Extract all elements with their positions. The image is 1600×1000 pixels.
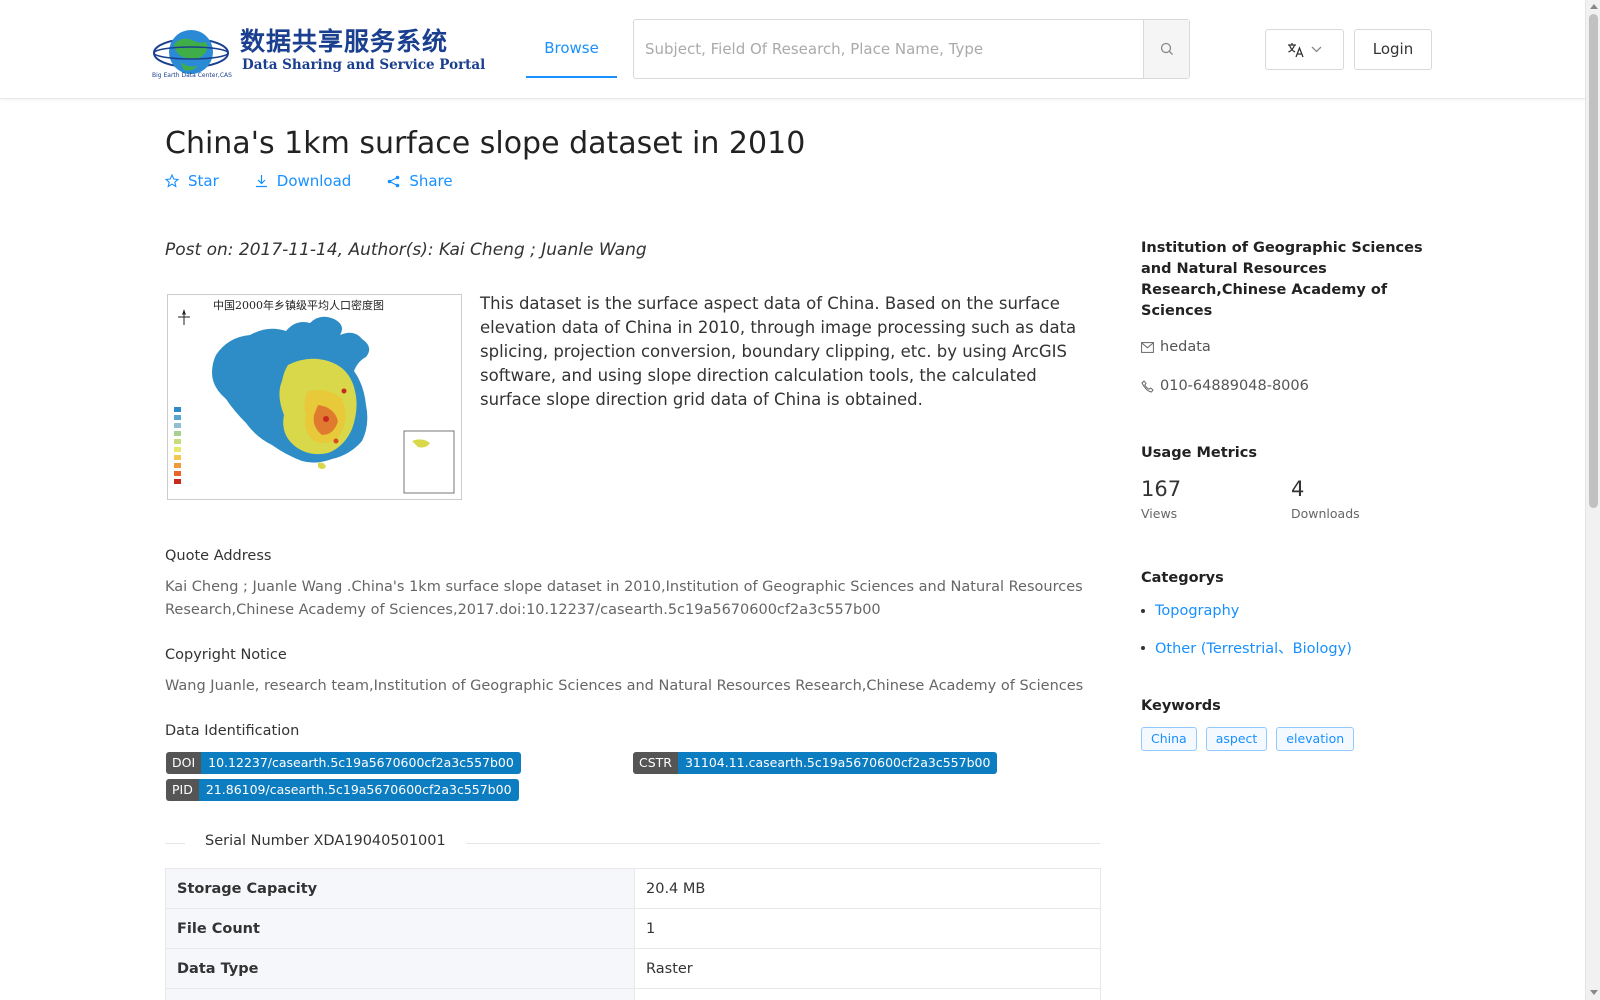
institution-name: Institution of Geographic Sciences and N…	[1141, 240, 1423, 319]
dataset-info-table: Storage Capacity 20.4 MB File Count 1 Da…	[165, 868, 1101, 1000]
usage-metrics-title: Usage Metrics	[1141, 445, 1257, 461]
cstr-badge[interactable]: CSTR 31104.11.casearth.5c19a5670600cf2a3…	[633, 752, 998, 774]
email-text: hedata	[1160, 339, 1211, 355]
downloads-label: Downloads	[1291, 506, 1360, 521]
share-label: Share	[409, 172, 453, 190]
china-map-thumbnail-image: 中国2000年乡镇级平均人口密度图	[168, 295, 461, 499]
top-header: 数据共享服务系统 Data Sharing and Service Portal…	[0, 0, 1585, 99]
keyword-tag[interactable]: elevation	[1276, 727, 1355, 751]
map-title: 中国2000年乡镇级平均人口密度图	[213, 298, 384, 312]
keywords-title: Keywords	[1141, 698, 1221, 714]
table-value: 1	[634, 908, 1101, 949]
portal-logo[interactable]: 数据共享服务系统 Data Sharing and Service Portal…	[152, 20, 485, 80]
translate-icon	[1288, 42, 1304, 57]
quote-label: Quote Address	[165, 548, 272, 564]
doi-key: DOI	[166, 752, 202, 774]
cstr-value: 31104.11.casearth.5c19a5670600cf2a3c557b…	[677, 752, 998, 774]
contact-phone: 010-64889048-8006	[1141, 378, 1309, 394]
category-link[interactable]: Other (Terrestrial、Biology)	[1155, 637, 1352, 658]
search-button[interactable]	[1143, 20, 1189, 78]
share-button[interactable]: Share	[387, 172, 453, 190]
dataset-description: This dataset is the surface aspect data …	[480, 294, 1077, 409]
nav-browse[interactable]: Browse	[526, 0, 617, 78]
table-row: File Count 1	[165, 908, 1101, 949]
logo-small-text: Big Earth Data Center,CAS	[152, 72, 232, 79]
quote-text: Kai Cheng ; Juanle Wang .China's 1km sur…	[165, 579, 1083, 618]
copyright-label: Copyright Notice	[165, 647, 287, 663]
table-row: Storage Capacity 20.4 MB	[165, 868, 1101, 909]
dataset-thumbnail[interactable]: 中国2000年乡镇级平均人口密度图	[167, 294, 462, 500]
scroll-up-arrow-icon[interactable]	[1590, 4, 1598, 9]
pid-key: PID	[166, 779, 199, 801]
keyword-tags: China aspect elevation	[1141, 727, 1355, 751]
pid-badge[interactable]: PID 21.86109/casearth.5c19a5670600cf2a3c…	[166, 779, 519, 801]
table-value	[634, 988, 1101, 1000]
download-icon	[255, 175, 267, 188]
search-input[interactable]	[634, 20, 1143, 78]
bullet-icon	[1141, 645, 1145, 650]
download-button[interactable]: Download	[255, 172, 352, 190]
login-button[interactable]: Login	[1354, 29, 1432, 70]
star-icon	[165, 174, 179, 188]
views-label: Views	[1141, 506, 1178, 521]
bullet-icon	[1141, 609, 1145, 613]
contact-email: hedata	[1141, 339, 1211, 355]
table-value: 20.4 MB	[634, 868, 1101, 909]
cstr-key: CSTR	[633, 752, 678, 774]
download-label: Download	[276, 172, 352, 190]
views-count: 167	[1141, 477, 1182, 501]
table-key: Data Type	[165, 948, 635, 989]
table-key: Storage Capacity	[165, 868, 635, 909]
category-item[interactable]: Topography	[1141, 603, 1239, 619]
phone-text: 010-64889048-8006	[1160, 378, 1309, 394]
search-box	[633, 19, 1190, 79]
category-item[interactable]: Other (Terrestrial、Biology)	[1141, 637, 1352, 658]
mail-icon	[1141, 341, 1154, 353]
keyword-tag[interactable]: aspect	[1205, 727, 1268, 751]
logo-english-text: Data Sharing and Service Portal	[242, 57, 486, 73]
action-bar: Star Download Share	[165, 172, 453, 190]
language-button[interactable]	[1265, 29, 1344, 70]
table-key	[165, 988, 635, 1000]
scroll-down-arrow-icon[interactable]	[1590, 990, 1598, 995]
search-icon	[1160, 42, 1173, 55]
pid-value: 21.86109/casearth.5c19a5670600cf2a3c557b…	[198, 779, 519, 801]
doi-badge[interactable]: DOI 10.12237/casearth.5c19a5670600cf2a3c…	[166, 752, 521, 774]
table-row	[165, 988, 1101, 1000]
star-button[interactable]: Star	[165, 172, 219, 190]
vertical-scrollbar[interactable]	[1585, 0, 1600, 1000]
phone-icon	[1141, 379, 1154, 393]
category-link[interactable]: Topography	[1155, 603, 1239, 619]
downloads-count: 4	[1291, 477, 1305, 501]
serial-number: Serial Number XDA19040501001	[185, 833, 466, 849]
table-row: Data Type Raster	[165, 948, 1101, 989]
copyright-text: Wang Juanle, research team,Institution o…	[165, 678, 1084, 694]
scrollbar-thumb[interactable]	[1589, 14, 1598, 508]
keyword-tag[interactable]: China	[1141, 727, 1197, 751]
logo-chinese-text: 数据共享服务系统	[240, 27, 449, 56]
post-info: Post on: 2017-11-14, Author(s): Kai Chen…	[165, 240, 647, 260]
table-value: Raster	[634, 948, 1101, 989]
identification-label: Data Identification	[165, 723, 300, 739]
page-title: China's 1km surface slope dataset in 201…	[165, 126, 806, 161]
doi-value: 10.12237/casearth.5c19a5670600cf2a3c557b…	[201, 752, 521, 774]
table-key: File Count	[165, 908, 635, 949]
chevron-down-icon	[1311, 46, 1322, 53]
star-label: Star	[188, 172, 219, 190]
share-icon	[388, 175, 400, 187]
categories-title: Categorys	[1141, 570, 1224, 586]
